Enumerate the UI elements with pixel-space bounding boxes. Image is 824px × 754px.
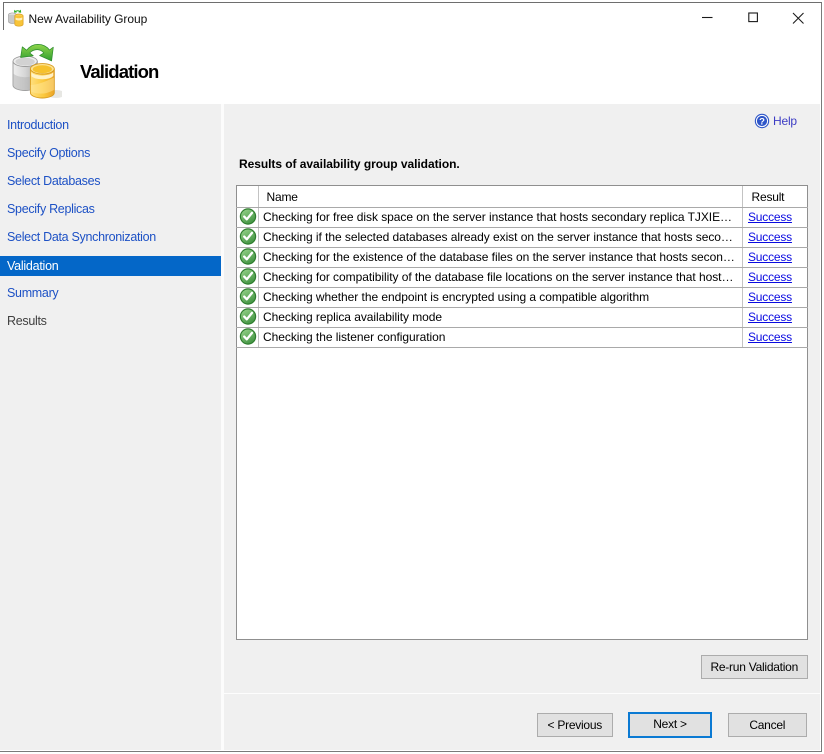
- svg-text:?: ?: [759, 116, 765, 127]
